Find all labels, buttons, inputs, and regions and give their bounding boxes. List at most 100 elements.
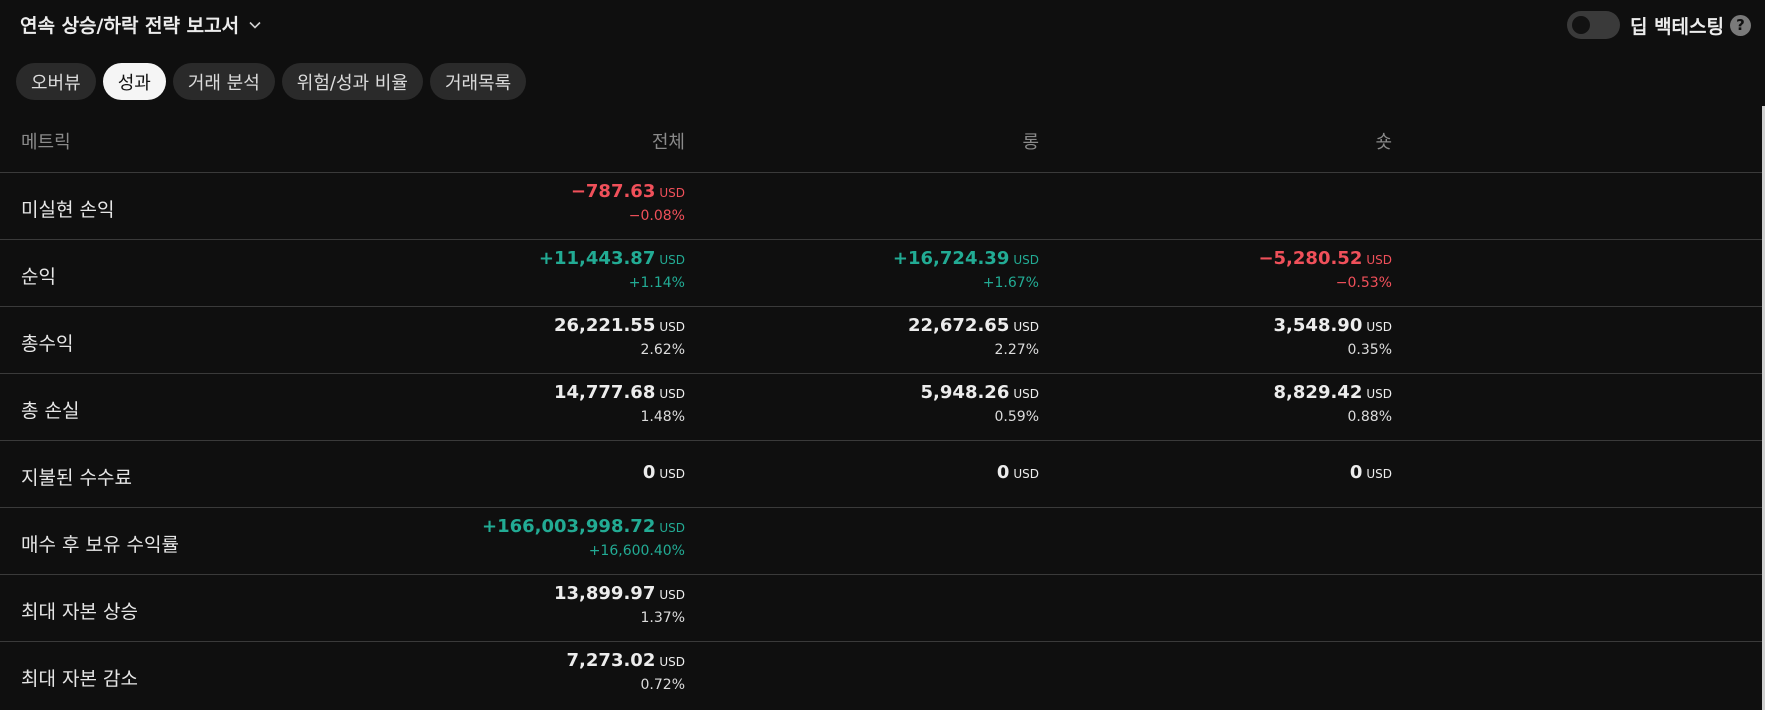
amount-text: +166,003,998.72 <box>481 516 656 537</box>
value-cell-long: +16,724.39 USD +1.67% <box>893 248 1039 291</box>
percent-text: 0.59% <box>994 409 1039 425</box>
report-title: 연속 상승/하락 전략 보고서 <box>20 15 240 37</box>
toggle-knob <box>1571 16 1590 34</box>
column-header-long[interactable]: 롱 <box>1022 128 1039 154</box>
metric-label: 미실현 손익 <box>21 199 115 221</box>
tab-trade-analysis[interactable]: 거래 분석 <box>172 63 275 100</box>
percent-text: +16,600.40% <box>588 543 685 559</box>
table-row: 총 손실 14,777.68 USD 1.48% 5,948.26 USD 0.59% 8,8… <box>0 374 1765 441</box>
amount-text: 14,777.68 <box>554 382 656 403</box>
currency-unit: USD <box>1013 253 1039 267</box>
currency-unit: USD <box>659 588 685 602</box>
currency-unit: USD <box>659 253 685 267</box>
performance-table: 메트릭 전체 롱 숏 미실현 손익 −787.63 USD −0.08% 순익 +11,4… <box>0 104 1765 710</box>
amount-text: −5,280.52 <box>1258 248 1363 269</box>
percent-text: 1.48% <box>640 409 685 425</box>
deep-backtest-control: 딥 백테스팅 ? <box>1566 11 1751 39</box>
value-amount: 0 USD <box>997 462 1039 483</box>
value-cell-long: 5,948.26 USD 0.59% <box>921 382 1039 425</box>
metric-label: 지불된 수수료 <box>21 467 132 489</box>
metric-label: 순익 <box>21 266 56 288</box>
value-amount: 3,548.90 USD <box>1274 315 1392 336</box>
table-body: 미실현 손익 −787.63 USD −0.08% 순익 +11,443.87 USD +1.… <box>0 173 1765 709</box>
value-cell-all: 26,221.55 USD 2.62% <box>554 315 685 358</box>
help-icon[interactable]: ? <box>1730 14 1751 36</box>
amount-text: 13,899.97 <box>554 583 656 604</box>
value-amount: −5,280.52 USD <box>1258 248 1392 269</box>
tab-risk-ratios[interactable]: 위험/성과 비율 <box>281 63 423 100</box>
value-cell-all: +11,443.87 USD +1.14% <box>539 248 685 291</box>
tab-overview[interactable]: 오버뷰 <box>16 63 96 100</box>
percent-text: −0.53% <box>1335 275 1392 291</box>
value-cell-short: 3,548.90 USD 0.35% <box>1274 315 1392 358</box>
percent-text: 0.35% <box>1347 342 1392 358</box>
currency-unit: USD <box>659 186 685 200</box>
currency-unit: USD <box>1013 467 1039 481</box>
amount-text: 5,948.26 <box>920 382 1010 403</box>
table-row: 미실현 손익 −787.63 USD −0.08% <box>0 173 1765 240</box>
value-amount: 22,672.65 USD <box>908 315 1039 336</box>
value-amount: 0 USD <box>643 462 685 483</box>
currency-unit: USD <box>1366 320 1392 334</box>
column-header-all[interactable]: 전체 <box>652 128 685 154</box>
metric-label: 매수 후 보유 수익률 <box>21 534 179 556</box>
value-amount: 7,273.02 USD <box>567 650 685 671</box>
percent-text: +1.67% <box>982 275 1039 291</box>
currency-unit: USD <box>1366 253 1392 267</box>
value-cell-long: 22,672.65 USD 2.27% <box>908 315 1039 358</box>
value-cell-all: 0 USD <box>643 462 685 483</box>
amount-text: 26,221.55 <box>554 315 656 336</box>
column-header-metric[interactable]: 메트릭 <box>21 128 71 154</box>
table-row: 최대 자본 감소 7,273.02 USD 0.72% <box>0 642 1765 709</box>
metric-label: 최대 자본 감소 <box>21 668 138 690</box>
table-header: 메트릭 전체 롱 숏 <box>0 104 1765 173</box>
deep-backtest-toggle[interactable] <box>1566 11 1620 39</box>
table-row: 매수 후 보유 수익률 +166,003,998.72 USD +16,600.40% <box>0 508 1765 575</box>
currency-unit: USD <box>1366 467 1392 481</box>
column-header-short[interactable]: 숏 <box>1375 128 1392 154</box>
value-cell-short: 8,829.42 USD 0.88% <box>1274 382 1392 425</box>
amount-text: 7,273.02 <box>566 650 656 671</box>
value-amount: 0 USD <box>1350 462 1392 483</box>
value-amount: 5,948.26 USD <box>921 382 1039 403</box>
amount-text: 3,548.90 <box>1273 315 1363 336</box>
amount-text: 0 <box>996 462 1010 483</box>
amount-text: −787.63 <box>570 181 656 202</box>
metric-label: 최대 자본 상승 <box>21 601 138 623</box>
value-cell-all: +166,003,998.72 USD +16,600.40% <box>482 516 685 559</box>
amount-text: 8,829.42 <box>1273 382 1363 403</box>
value-cell-all: 7,273.02 USD 0.72% <box>567 650 685 693</box>
value-cell-short: 0 USD <box>1350 462 1392 483</box>
report-tabs: 오버뷰 성과 거래 분석 위험/성과 비율 거래목록 <box>16 63 527 100</box>
currency-unit: USD <box>659 467 685 481</box>
percent-text: 2.62% <box>640 342 685 358</box>
report-header: 연속 상승/하락 전략 보고서 딥 백테스팅 ? <box>0 0 1765 50</box>
value-amount: +11,443.87 USD <box>539 248 685 269</box>
amount-text: 0 <box>1349 462 1363 483</box>
percent-text: 2.27% <box>994 342 1039 358</box>
currency-unit: USD <box>659 387 685 401</box>
tab-performance[interactable]: 성과 <box>102 63 166 100</box>
value-amount: +16,724.39 USD <box>893 248 1039 269</box>
report-title-dropdown[interactable]: 연속 상승/하락 전략 보고서 <box>20 11 263 38</box>
value-amount: −787.63 USD <box>571 181 685 202</box>
amount-text: 22,672.65 <box>908 315 1010 336</box>
value-amount: 14,777.68 USD <box>554 382 685 403</box>
percent-text: 1.37% <box>640 610 685 626</box>
currency-unit: USD <box>659 655 685 669</box>
percent-text: 0.72% <box>640 677 685 693</box>
value-cell-all: −787.63 USD −0.08% <box>571 181 685 224</box>
table-row: 순익 +11,443.87 USD +1.14% +16,724.39 USD +1.67%… <box>0 240 1765 307</box>
metric-label: 총 손실 <box>21 400 80 422</box>
value-cell-all: 13,899.97 USD 1.37% <box>554 583 685 626</box>
tab-trade-list[interactable]: 거래목록 <box>429 63 527 100</box>
value-cell-short: −5,280.52 USD −0.53% <box>1258 248 1392 291</box>
value-cell-all: 14,777.68 USD 1.48% <box>554 382 685 425</box>
value-amount: 13,899.97 USD <box>554 583 685 604</box>
percent-text: 0.88% <box>1347 409 1392 425</box>
table-row: 총수익 26,221.55 USD 2.62% 22,672.65 USD 2.27% 3,5… <box>0 307 1765 374</box>
deep-backtest-label: 딥 백테스팅 <box>1629 15 1724 38</box>
value-amount: +166,003,998.72 USD <box>482 516 685 537</box>
value-amount: 26,221.55 USD <box>554 315 685 336</box>
currency-unit: USD <box>659 521 685 535</box>
